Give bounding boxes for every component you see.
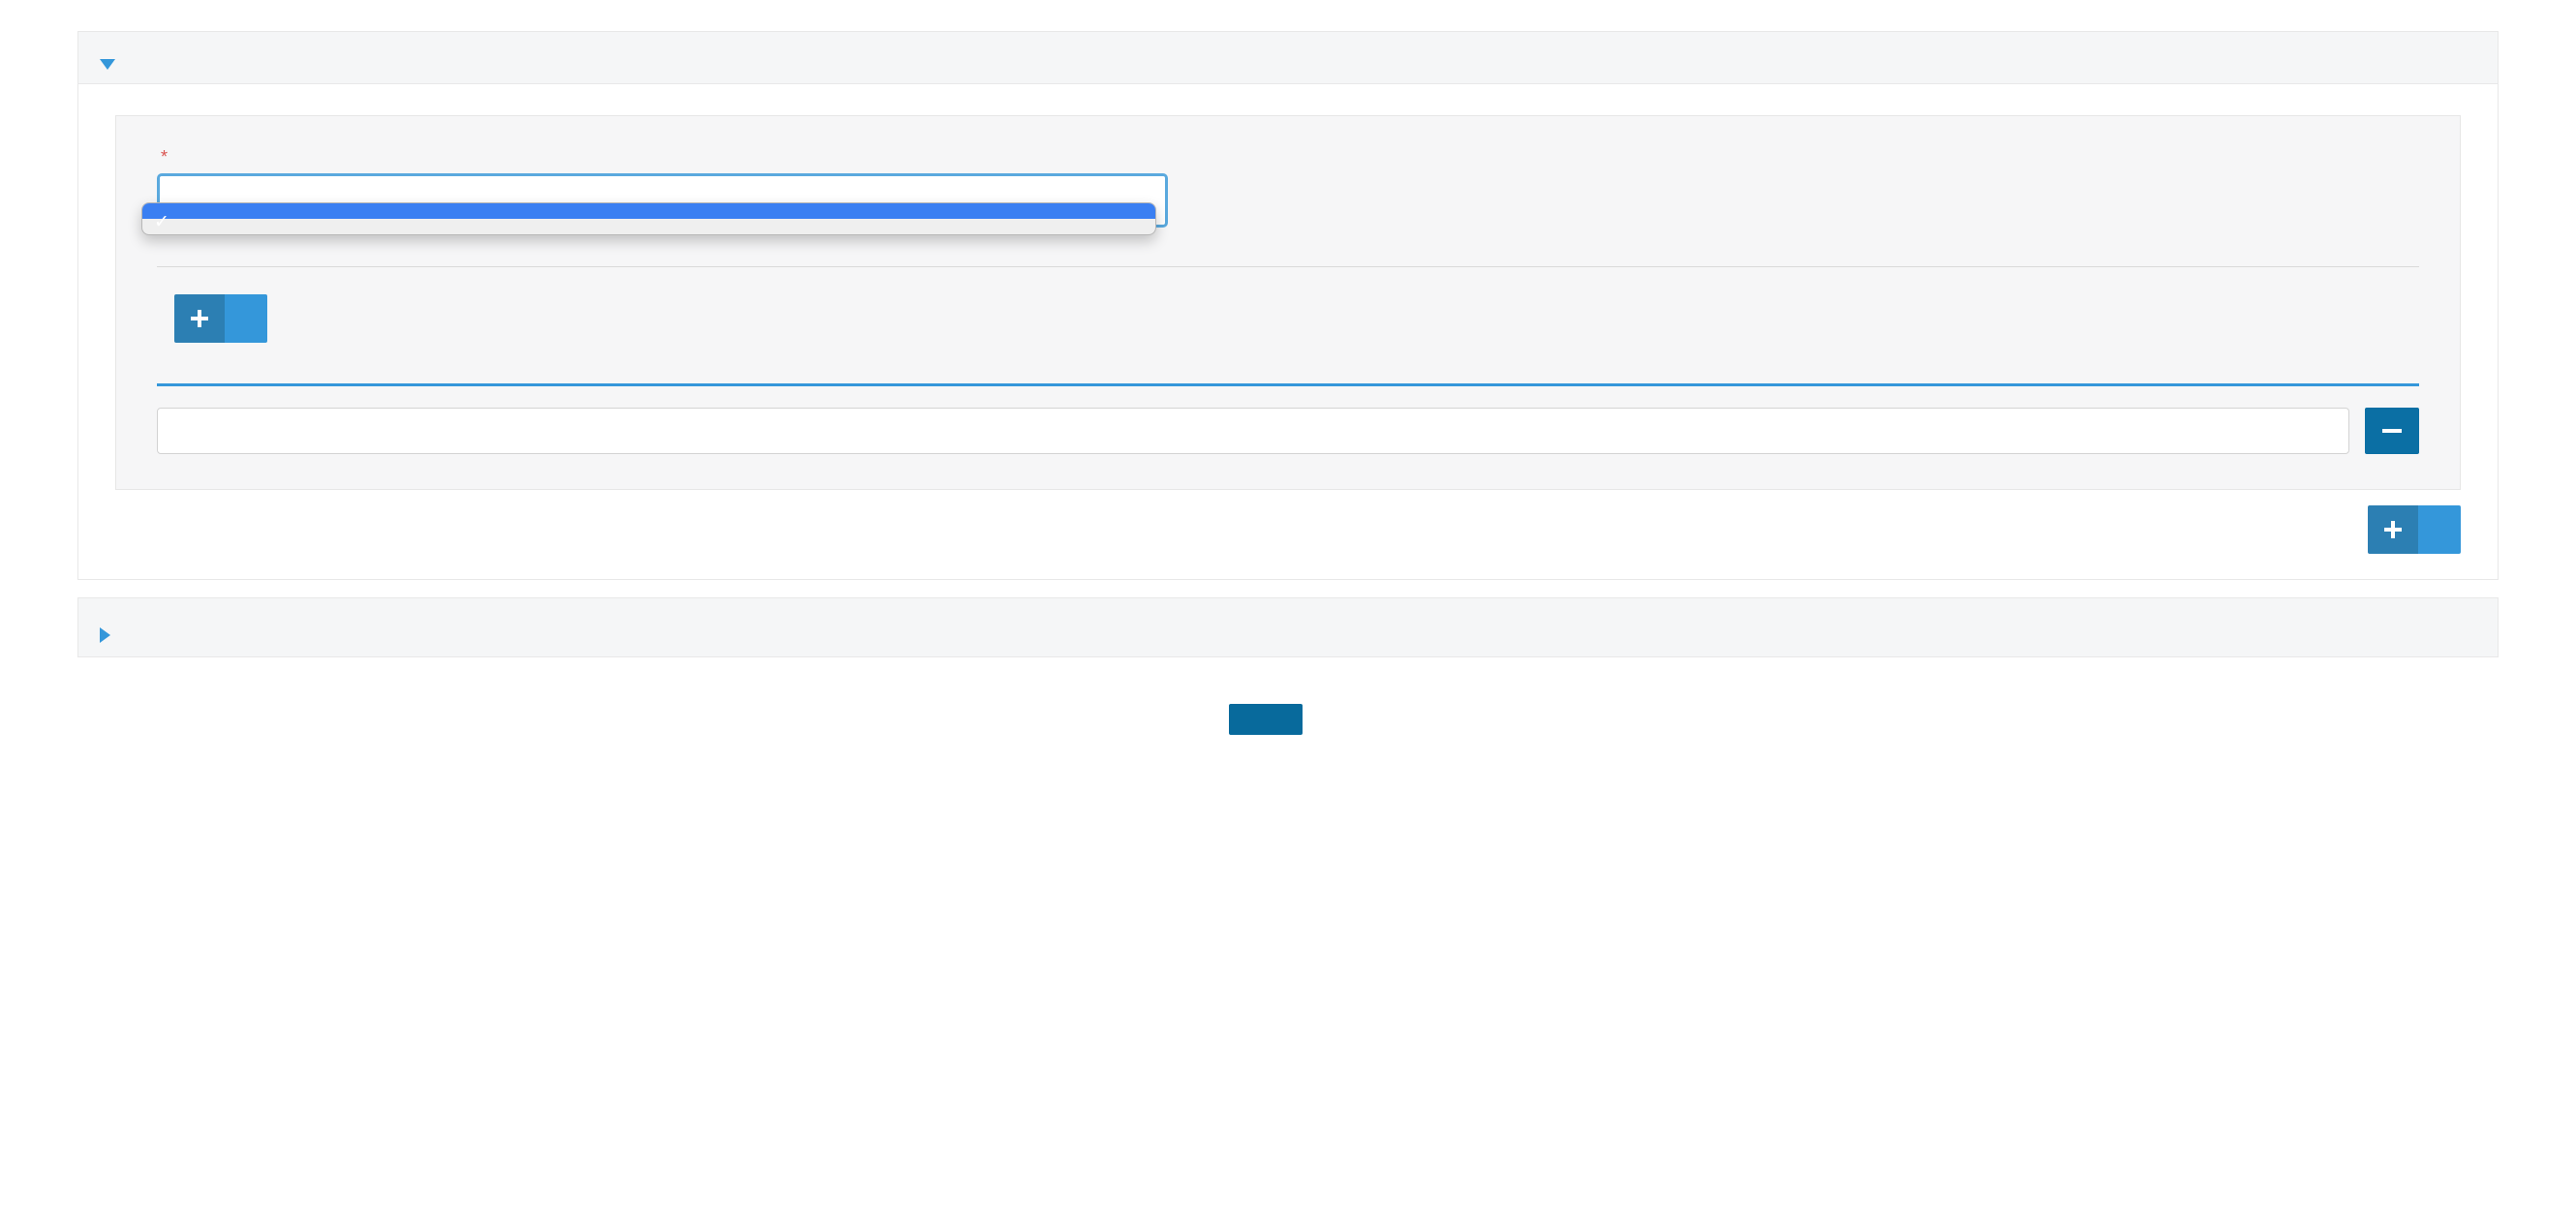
minus-icon (2382, 429, 2402, 433)
certificate-option-placeholder[interactable] (142, 203, 1155, 219)
certificate-option-my-cert[interactable] (142, 219, 1155, 234)
chevron-down-icon (100, 59, 115, 70)
ssl-tls-section: * (77, 31, 2499, 580)
add-hosts-button[interactable] (174, 294, 267, 343)
host-column-label (157, 378, 2419, 386)
plus-icon (2368, 505, 2418, 554)
save-button[interactable] (1229, 704, 1303, 735)
certificate-panel: * (115, 115, 2461, 490)
certificate-field-label: * (157, 147, 2419, 167)
host-input[interactable] (157, 408, 2349, 454)
required-star-icon: * (161, 147, 169, 167)
labels-annotations-header[interactable] (78, 598, 2498, 656)
remove-host-button[interactable] (2365, 408, 2419, 454)
labels-annotations-section (77, 597, 2499, 657)
ssl-tls-header[interactable] (78, 32, 2498, 83)
certificate-dropdown (141, 202, 1156, 235)
chevron-right-icon (100, 627, 110, 643)
divider (157, 266, 2419, 267)
add-certificate-button[interactable] (2368, 505, 2461, 554)
plus-icon (174, 294, 225, 343)
